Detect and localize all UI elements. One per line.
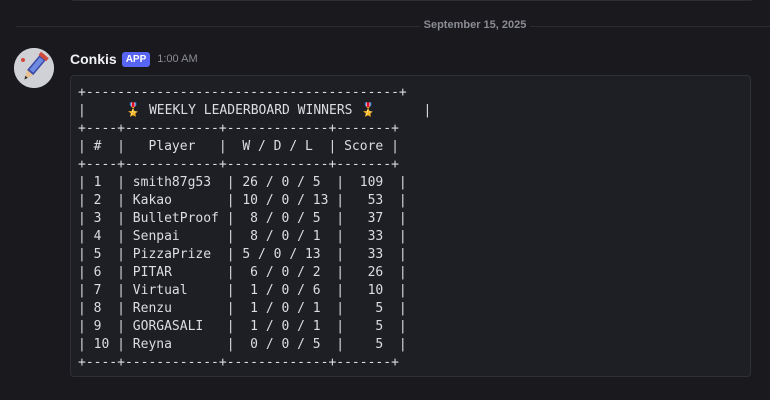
code-line: | # | Player | W / D / L | Score | [78,139,399,154]
code-line: | 🎖️ WEEKLY LEADERBOARD WINNERS 🎖️ | [78,103,432,118]
code-line: | 10 | Reyna | 0 / 0 / 5 | 5 | [78,337,407,352]
code-block: +---------------------------------------… [70,75,751,377]
app-badge: APP [121,51,151,67]
code-line: +----+------------+-------------+-------… [78,121,399,136]
avatar[interactable] [14,48,54,88]
date-divider: September 15, 2025 [0,19,770,31]
code-line: | 2 | Kakao | 10 / 0 / 13 | 53 | [78,193,407,208]
code-line: +---------------------------------------… [78,85,407,100]
leaderboard-code: +---------------------------------------… [78,84,750,372]
code-line: | 1 | smith87g53 | 26 / 0 / 5 | 109 | [78,175,407,190]
message-header: Conkis APP 1:00 AM [70,50,198,68]
code-line: | 7 | Virtual | 1 / 0 / 6 | 10 | [78,283,407,298]
code-line: | 6 | PITAR | 6 / 0 / 2 | 26 | [78,265,407,280]
code-line: +----+------------+-------------+-------… [78,157,399,172]
pencil-blade-icon [14,48,54,88]
code-line: | 4 | Senpai | 8 / 0 / 1 | 33 | [78,229,407,244]
code-line: | 8 | Renzu | 1 / 0 / 1 | 5 | [78,301,407,316]
message-timestamp[interactable]: 1:00 AM [157,53,197,65]
code-line: | 5 | PizzaPrize | 5 / 0 / 13 | 33 | [78,247,407,262]
code-line: | 3 | BulletProof | 8 / 0 / 5 | 37 | [78,211,407,226]
code-line: +----+------------+-------------+-------… [78,355,399,370]
code-line: | 9 | GORGASALI | 1 / 0 / 1 | 5 | [78,319,407,334]
author-name[interactable]: Conkis [70,51,117,67]
previous-embed [70,0,754,1]
